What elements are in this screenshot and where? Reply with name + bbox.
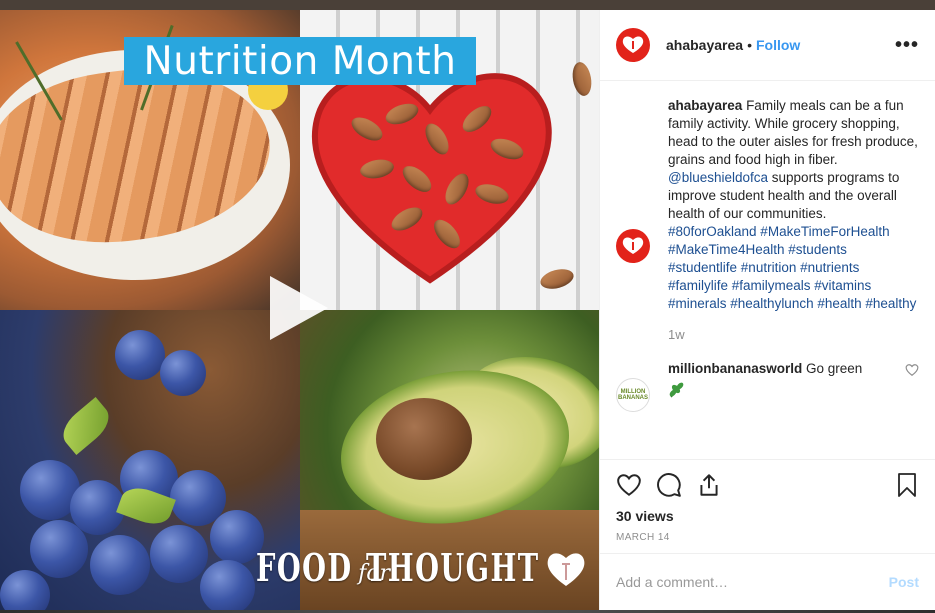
more-options-icon[interactable]: •••: [895, 35, 919, 55]
blueberries-image: [0, 310, 300, 610]
profile-avatar[interactable]: [616, 28, 650, 62]
post-comment-button[interactable]: Post: [889, 574, 919, 590]
fft-thought: THOUGHT: [366, 545, 540, 590]
header-username[interactable]: ahabayarea: [666, 37, 743, 53]
caption-row: ahabayarea Family meals can be a fun fam…: [616, 97, 919, 313]
heart-torch-logo-icon: [622, 237, 644, 254]
add-comment-bar: Post: [600, 553, 935, 609]
blueberry: [160, 350, 206, 396]
post-video[interactable]: Nutrition Month FOOD for THOUGHT: [0, 10, 599, 610]
heart-torch-logo-icon: [622, 36, 644, 53]
play-icon[interactable]: [270, 276, 328, 340]
post-modal: Nutrition Month FOOD for THOUGHT ahabaya…: [0, 10, 935, 610]
comment-input[interactable]: [616, 573, 889, 590]
comment-bubble-icon[interactable]: [656, 472, 682, 498]
video-title-banner: Nutrition Month: [124, 37, 476, 85]
fft-food: FOOD: [256, 545, 353, 590]
like-heart-icon[interactable]: [616, 472, 642, 498]
post-sidebar: ahabayarea • Follow ••• ahabayarea Famil…: [599, 10, 935, 610]
post-date[interactable]: MARCH 14: [616, 532, 919, 543]
video-title: Nutrition Month: [143, 38, 457, 84]
post-header: ahabayarea • Follow •••: [600, 10, 935, 81]
heart-torch-logo-icon: [547, 553, 585, 586]
blueberry: [30, 520, 88, 578]
commenter-username[interactable]: millionbananasworld: [668, 361, 802, 376]
follow-button[interactable]: Follow: [756, 37, 800, 53]
commenter-avatar[interactable]: MILLION BANANAS: [616, 378, 650, 412]
bookmark-save-icon[interactable]: [895, 472, 919, 498]
comment-body: millionbananasworld Go green: [668, 360, 905, 399]
caption-avatar[interactable]: [616, 229, 650, 263]
comment-row: MILLION BANANAS millionbananasworld Go g…: [616, 360, 919, 412]
caption-timestamp[interactable]: 1w: [668, 327, 919, 342]
avocado-pit: [376, 398, 472, 480]
mint-leaf: [55, 397, 117, 455]
action-icons: [616, 470, 919, 500]
comments-list[interactable]: ahabayarea Family meals can be a fun fam…: [600, 81, 935, 459]
view-count[interactable]: 30 views: [616, 508, 919, 524]
post-caption: ahabayarea Family meals can be a fun fam…: [668, 97, 919, 313]
share-icon[interactable]: [696, 472, 722, 498]
post-actions: 30 views MARCH 14: [600, 459, 935, 547]
blueberry: [0, 570, 50, 610]
backdrop-strip: [0, 0, 935, 10]
separator-dot: •: [747, 37, 752, 53]
commenter-avatar-text: MILLION BANANAS: [618, 389, 648, 401]
caption-username[interactable]: ahabayarea: [668, 98, 742, 113]
page-backdrop: Nutrition Month FOOD for THOUGHT ahabaya…: [0, 0, 935, 613]
like-comment-icon[interactable]: [905, 363, 919, 377]
blueberry: [150, 525, 208, 583]
caption-mention-link[interactable]: @blueshieldofca: [668, 170, 768, 185]
blueberry: [200, 560, 255, 610]
herb-emoji-icon: [669, 382, 684, 398]
caption-hashtags[interactable]: #80forOakland #MakeTimeForHealth #MakeTi…: [668, 224, 916, 311]
blueberry: [90, 535, 150, 595]
comment-text: Go green: [802, 361, 863, 376]
blueberry: [115, 330, 165, 380]
